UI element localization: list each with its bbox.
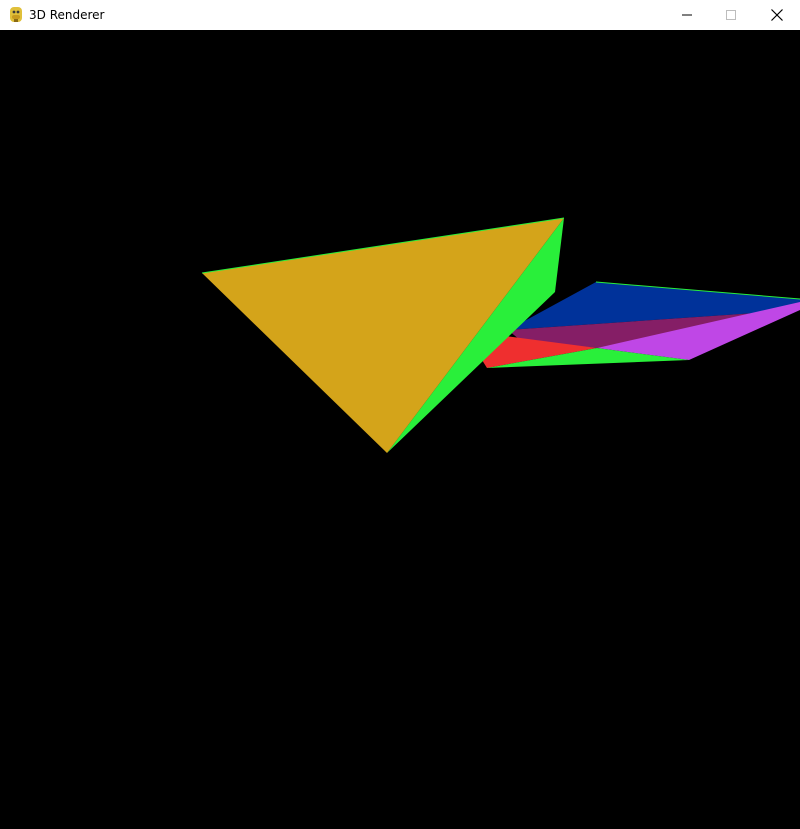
maximize-icon [726, 10, 736, 20]
minimize-icon [682, 10, 692, 20]
window-title: 3D Renderer [29, 8, 105, 22]
render-viewport[interactable] [0, 30, 800, 829]
maximize-button[interactable] [708, 0, 754, 30]
front-main-face [202, 218, 564, 453]
close-button[interactable] [754, 0, 800, 30]
app-window: 3D Renderer [0, 0, 800, 829]
close-icon [771, 9, 783, 21]
title-bar[interactable]: 3D Renderer [0, 0, 800, 30]
python-snake-icon [8, 6, 24, 23]
minimize-button[interactable] [664, 0, 710, 30]
scene-canvas [201, 217, 800, 453]
